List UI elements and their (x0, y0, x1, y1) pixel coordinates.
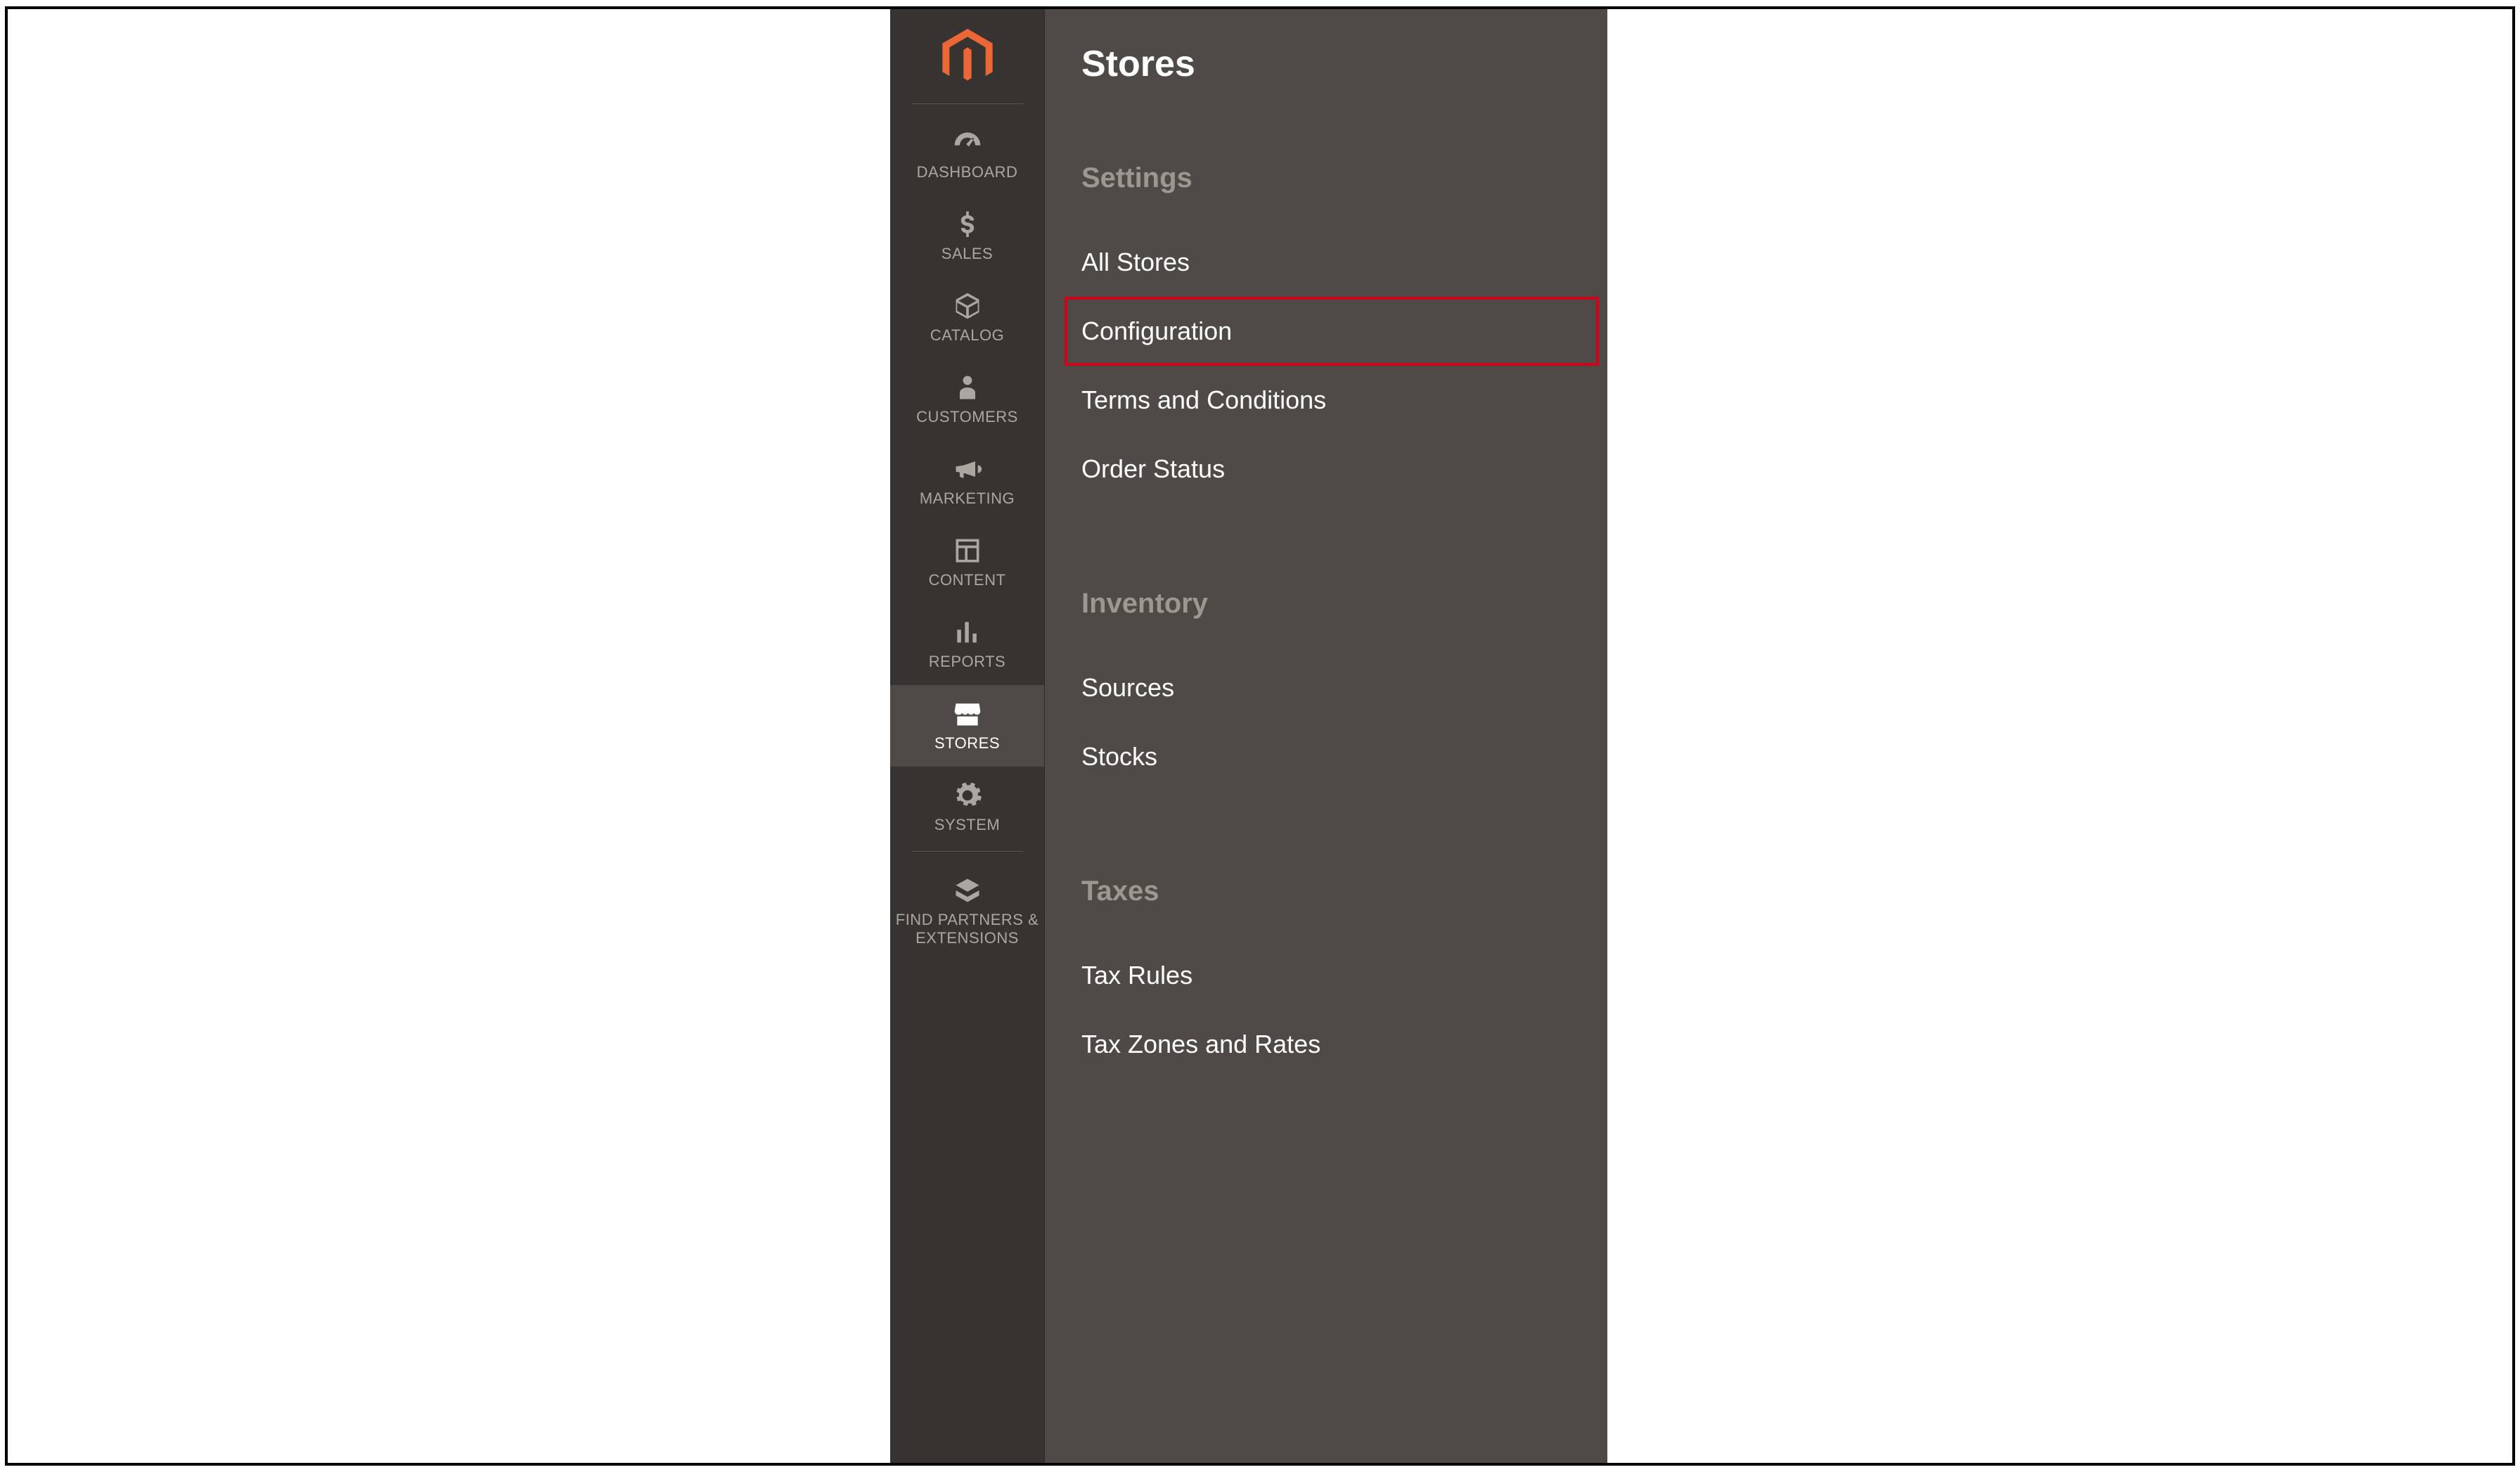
nav-dashboard[interactable]: DASHBOARD (890, 114, 1044, 196)
nav-label: CUSTOMERS (916, 408, 1018, 426)
nav-system[interactable]: SYSTEM (890, 767, 1044, 848)
flyout-heading-settings: Settings (1081, 162, 1571, 194)
nav-customers[interactable]: CUSTOMERS (890, 359, 1044, 440)
layout-icon (951, 535, 984, 567)
dollar-icon (951, 208, 984, 241)
nav-reports[interactable]: REPORTS (890, 603, 1044, 685)
person-icon (951, 371, 984, 404)
nav-label: CATALOG (930, 326, 1004, 345)
admin-panel: DASHBOARD SALES CATALOG CUSTOMERS (890, 9, 1607, 1463)
stores-flyout: Stores Settings All Stores Configuration… (1045, 9, 1607, 1463)
flyout-heading-taxes: Taxes (1081, 876, 1571, 907)
sidebar-separator (911, 103, 1023, 104)
section-gap (1081, 504, 1571, 588)
nav-label: DASHBOARD (917, 163, 1018, 181)
screenshot-frame: DASHBOARD SALES CATALOG CUSTOMERS (5, 6, 2515, 1466)
nav-label: FIND PARTNERS & EXTENSIONS (894, 911, 1040, 947)
flyout-heading-inventory: Inventory (1081, 588, 1571, 620)
magento-logo-icon (942, 29, 993, 87)
nav-label: MARKETING (920, 489, 1015, 508)
gear-icon (951, 779, 984, 812)
flyout-title: Stores (1081, 43, 1571, 85)
flyout-link-order-status[interactable]: Order Status (1081, 435, 1571, 504)
flyout-link-tax-zones[interactable]: Tax Zones and Rates (1081, 1010, 1571, 1079)
store-icon (951, 698, 984, 730)
nav-label: REPORTS (929, 653, 1005, 671)
flyout-link-sources[interactable]: Sources (1081, 653, 1571, 722)
megaphone-icon (951, 453, 984, 485)
flyout-link-tax-rules[interactable]: Tax Rules (1081, 941, 1571, 1010)
nav-find-partners[interactable]: FIND PARTNERS & EXTENSIONS (890, 862, 1044, 961)
nav-marketing[interactable]: MARKETING (890, 440, 1044, 522)
gauge-icon (951, 127, 984, 159)
section-gap (1081, 791, 1571, 876)
nav-label: STORES (934, 734, 1000, 753)
nav-label: SALES (941, 245, 993, 263)
bar-chart-icon (951, 616, 984, 648)
flyout-link-configuration[interactable]: Configuration (1065, 297, 1599, 366)
flyout-link-all-stores[interactable]: All Stores (1081, 228, 1571, 297)
nav-content[interactable]: CONTENT (890, 522, 1044, 603)
nav-catalog[interactable]: CATALOG (890, 277, 1044, 359)
flyout-link-stocks[interactable]: Stocks (1081, 722, 1571, 791)
nav-label: CONTENT (929, 571, 1006, 589)
sidebar-separator (911, 851, 1023, 852)
nav-sales[interactable]: SALES (890, 196, 1044, 277)
nav-label: SYSTEM (934, 816, 1000, 834)
nav-stores[interactable]: STORES (890, 685, 1044, 767)
magento-logo[interactable] (890, 9, 1044, 101)
box-icon (951, 290, 984, 322)
flyout-link-terms[interactable]: Terms and Conditions (1081, 366, 1571, 435)
blocks-icon (951, 874, 984, 907)
admin-sidebar: DASHBOARD SALES CATALOG CUSTOMERS (890, 9, 1045, 1463)
